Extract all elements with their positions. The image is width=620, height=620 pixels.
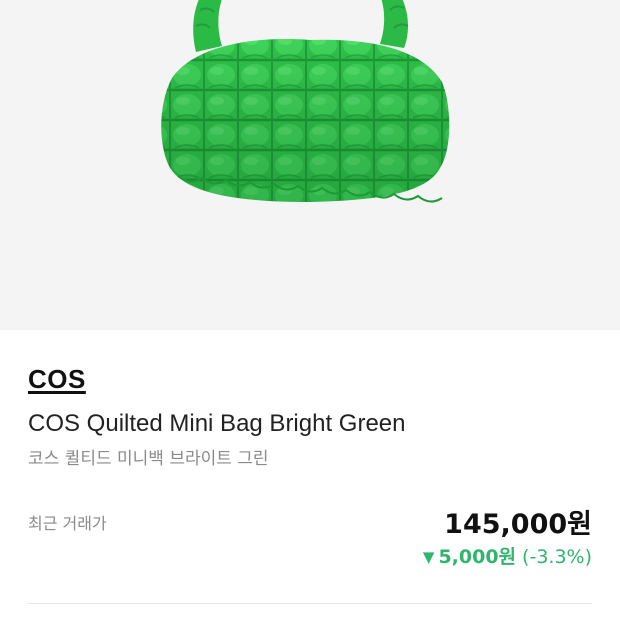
recent-price-label: 최근 거래가 (28, 514, 107, 533)
divider (28, 603, 592, 604)
recent-price-value: 145,000원 (444, 509, 592, 540)
price-change-percent: (-3.3%) (522, 546, 592, 568)
product-detail-page: COS COS Quilted Mini Bag Bright Green 코스… (0, 0, 620, 620)
price-change: ▼ 5,000원 (-3.3%) (423, 542, 592, 569)
quilted-bag-image (161, 0, 450, 203)
product-name-korean: 코스 퀼티드 미니백 브라이트 그린 (28, 449, 269, 469)
brand-link[interactable]: COS (28, 364, 86, 395)
price-change-amount: 5,000원 (438, 546, 517, 568)
product-image[interactable] (0, 0, 620, 330)
down-arrow-icon: ▼ (422, 548, 435, 566)
product-name-english: COS Quilted Mini Bag Bright Green (28, 410, 406, 437)
